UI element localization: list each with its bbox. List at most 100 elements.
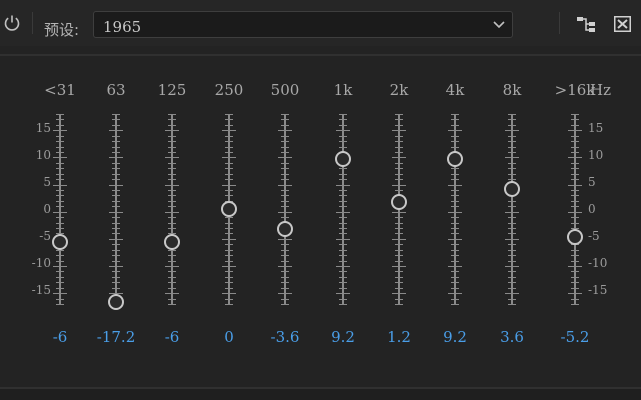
- band-slider-track[interactable]: [454, 114, 456, 304]
- slider-tick: [56, 125, 64, 126]
- slider-tick: [56, 136, 64, 137]
- slider-tick: [225, 147, 233, 148]
- preset-label: 预设:: [44, 21, 80, 39]
- slider-tick: [395, 277, 403, 278]
- band-gain-value[interactable]: -17.2: [97, 328, 135, 346]
- slider-tick: [392, 157, 406, 158]
- slider-tick: [336, 293, 350, 294]
- slider-tick: [281, 271, 289, 272]
- slider-tick: [168, 304, 176, 305]
- slider-tick: [56, 255, 64, 256]
- band-gain-value[interactable]: 1.2: [387, 328, 411, 346]
- routing-icon[interactable]: [576, 15, 596, 33]
- slider-tick: [112, 201, 120, 202]
- slider-tick: [56, 288, 64, 289]
- slider-tick: [339, 174, 347, 175]
- slider-tick: [508, 223, 516, 224]
- slider-tick: [451, 282, 459, 283]
- slider-tick: [222, 157, 236, 158]
- slider-tick: [571, 174, 579, 175]
- band-slider-knob[interactable]: [108, 294, 124, 311]
- header-divider: [0, 54, 641, 56]
- band-slider-knob[interactable]: [52, 233, 68, 250]
- slider-tick: [451, 206, 459, 207]
- band-slider-track[interactable]: [574, 114, 576, 304]
- slider-tick: [571, 271, 579, 272]
- band-gain-value[interactable]: -5.2: [561, 328, 590, 346]
- reset-icon[interactable]: [614, 16, 631, 32]
- band-slider-knob[interactable]: [277, 220, 293, 237]
- slider-tick: [571, 114, 579, 115]
- slider-tick: [505, 130, 519, 131]
- band-slider-knob[interactable]: [567, 229, 583, 246]
- band-gain-value[interactable]: 9.2: [443, 328, 467, 346]
- band-gain-value[interactable]: 9.2: [331, 328, 355, 346]
- footer-strip: [0, 389, 641, 400]
- slider-tick: [56, 163, 64, 164]
- band-slider-knob[interactable]: [447, 151, 463, 168]
- slider-tick: [339, 136, 347, 137]
- band-slider-track[interactable]: [284, 114, 286, 304]
- slider-tick: [53, 212, 67, 213]
- slider-tick: [451, 190, 459, 191]
- slider-tick: [281, 282, 289, 283]
- band-gain-value[interactable]: 0: [224, 328, 234, 346]
- band-gain-value[interactable]: -6: [53, 328, 68, 346]
- slider-tick: [571, 136, 579, 137]
- slider-tick: [225, 114, 233, 115]
- preset-dropdown[interactable]: 1965: [93, 11, 513, 38]
- slider-tick: [168, 271, 176, 272]
- slider-tick: [392, 293, 406, 294]
- band-slider-track[interactable]: [342, 114, 344, 304]
- slider-tick: [56, 174, 64, 175]
- slider-tick: [168, 282, 176, 283]
- slider-tick: [112, 114, 120, 115]
- slider-tick: [109, 130, 123, 131]
- band-slider-track[interactable]: [511, 114, 513, 304]
- band-slider-knob[interactable]: [391, 194, 407, 211]
- slider-tick: [451, 195, 459, 196]
- slider-tick: [451, 174, 459, 175]
- slider-tick: [112, 228, 120, 229]
- slider-tick: [112, 277, 120, 278]
- slider-tick: [395, 119, 403, 120]
- band-slider-knob[interactable]: [504, 181, 520, 198]
- slider-tick: [281, 255, 289, 256]
- slider-tick: [568, 212, 582, 213]
- band-slider-knob[interactable]: [221, 201, 237, 217]
- slider-tick: [571, 282, 579, 283]
- band-frequency-label: 125: [157, 81, 187, 99]
- slider-tick: [56, 299, 64, 300]
- slider-tick: [339, 233, 347, 234]
- slider-tick: [339, 228, 347, 229]
- band-slider-knob[interactable]: [335, 151, 351, 168]
- slider-tick: [336, 266, 350, 267]
- band-slider-track[interactable]: [115, 114, 117, 304]
- band-slider-track[interactable]: [171, 114, 173, 304]
- slider-tick: [109, 266, 123, 267]
- slider-tick: [109, 157, 123, 158]
- band-gain-value[interactable]: -3.6: [271, 328, 300, 346]
- slider-tick: [339, 217, 347, 218]
- slider-tick: [571, 299, 579, 300]
- slider-tick: [339, 277, 347, 278]
- slider-tick: [112, 179, 120, 180]
- slider-tick: [571, 125, 579, 126]
- slider-tick: [225, 250, 233, 251]
- slider-tick: [339, 271, 347, 272]
- power-icon[interactable]: [3, 14, 21, 32]
- band-gain-value[interactable]: -6: [165, 328, 180, 346]
- band-slider-knob[interactable]: [164, 233, 180, 250]
- slider-tick: [339, 288, 347, 289]
- slider-tick: [278, 239, 292, 240]
- slider-tick: [508, 119, 516, 120]
- band-slider-track[interactable]: [59, 114, 61, 304]
- slider-tick: [112, 261, 120, 262]
- slider-tick: [571, 261, 579, 262]
- slider-tick: [281, 174, 289, 175]
- band-gain-value[interactable]: 3.6: [500, 328, 524, 346]
- slider-tick: [395, 168, 403, 169]
- slider-tick: [508, 228, 516, 229]
- slider-tick: [571, 304, 579, 305]
- slider-tick: [508, 147, 516, 148]
